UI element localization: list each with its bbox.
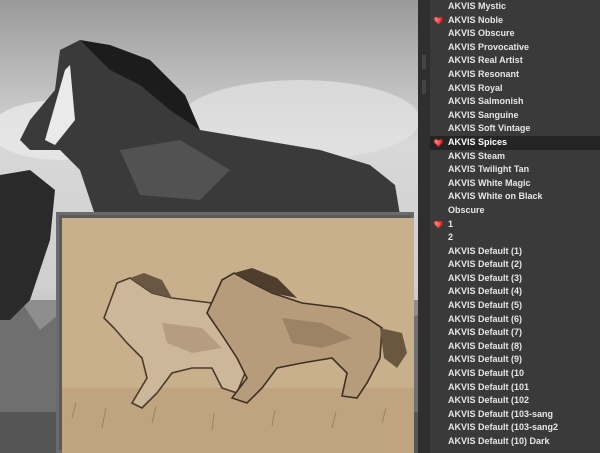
image-canvas[interactable] bbox=[0, 0, 418, 453]
preset-item[interactable]: AKVIS Sanguine bbox=[430, 109, 600, 123]
preset-item[interactable]: AKVIS Mystic bbox=[430, 0, 600, 14]
preset-item-label: AKVIS Noble bbox=[448, 14, 504, 25]
preset-item[interactable]: AKVIS Default (101 bbox=[430, 381, 600, 395]
preset-item-label: AKVIS Provocative bbox=[448, 41, 530, 52]
preset-item[interactable]: AKVIS Soft Vintage bbox=[430, 122, 600, 136]
preset-item[interactable]: AKVIS Real Artist bbox=[430, 54, 600, 68]
preset-item-label: AKVIS Default (7) bbox=[448, 327, 523, 338]
preset-item[interactable]: AKVIS Default (1) bbox=[430, 245, 600, 259]
preset-item-label: AKVIS Soft Vintage bbox=[448, 123, 531, 134]
preset-item[interactable]: AKVIS Default (102 bbox=[430, 394, 600, 408]
preset-item-label: AKVIS Obscure bbox=[448, 28, 515, 39]
splitter-grip bbox=[422, 80, 426, 94]
preset-item-label: AKVIS Default (2) bbox=[448, 259, 523, 270]
preset-item-label: AKVIS Default (102 bbox=[448, 395, 530, 406]
preset-item-label: AKVIS White Magic bbox=[448, 177, 531, 188]
preset-item-label: AKVIS Default (9) bbox=[448, 354, 523, 365]
preset-item[interactable]: AKVIS Default (103-sang2 bbox=[430, 421, 600, 435]
preset-item-label: 1 bbox=[448, 218, 454, 229]
preset-item-label: AKVIS Mystic bbox=[448, 1, 507, 11]
preset-item[interactable]: AKVIS Default (2) bbox=[430, 258, 600, 272]
preset-item[interactable]: AKVIS Default (3) bbox=[430, 272, 600, 286]
preset-item[interactable]: 1 bbox=[430, 218, 600, 232]
preset-item[interactable]: AKVIS Royal bbox=[430, 82, 600, 96]
preset-item-label: AKVIS Salmonish bbox=[448, 96, 524, 107]
preset-item[interactable]: AKVIS Default (5) bbox=[430, 299, 600, 313]
preset-item[interactable]: AKVIS Default (10) Dark bbox=[430, 435, 600, 449]
preset-item-label: AKVIS Default (3) bbox=[448, 272, 523, 283]
preset-item-label: AKVIS Default (4) bbox=[448, 286, 523, 297]
preset-item-label: AKVIS Twilight Tan bbox=[448, 164, 530, 175]
preset-item-label: AKVIS Default (8) bbox=[448, 340, 523, 351]
preset-item-label: AKVIS Default (5) bbox=[448, 300, 523, 311]
preset-item-label: AKVIS Steam bbox=[448, 150, 506, 161]
preset-item-label: 2 bbox=[448, 232, 454, 243]
preset-item-label: AKVIS Default (10 bbox=[448, 368, 525, 379]
preset-item-label: AKVIS Default (103-sang2 bbox=[448, 422, 559, 433]
splitter-grip bbox=[422, 55, 426, 69]
preset-item[interactable]: AKVIS Default (10 bbox=[430, 367, 600, 381]
panel-splitter[interactable] bbox=[418, 0, 430, 453]
preset-item[interactable]: AKVIS White on Black bbox=[430, 190, 600, 204]
preview-sketch-image bbox=[62, 218, 414, 453]
preset-item-label: AKVIS Default (6) bbox=[448, 313, 523, 324]
preset-item-label: AKVIS Royal bbox=[448, 82, 503, 93]
preset-item[interactable]: AKVIS Spices bbox=[430, 135, 600, 150]
presets-panel: AKVIS Mystic AKVIS Noble AKVIS Obscure AKVI… bbox=[430, 0, 600, 453]
preset-item[interactable]: AKVIS Default (9) bbox=[430, 353, 600, 367]
preset-item[interactable]: AKVIS Provocative bbox=[430, 41, 600, 55]
preset-item[interactable]: AKVIS Default (6) bbox=[430, 313, 600, 327]
presets-list: AKVIS Mystic AKVIS Noble AKVIS Obscure AKVI… bbox=[430, 0, 600, 449]
preset-item[interactable]: AKVIS White Magic bbox=[430, 177, 600, 191]
preset-item[interactable]: AKVIS Default (7) bbox=[430, 326, 600, 340]
preset-item-label: AKVIS Default (1) bbox=[448, 245, 523, 256]
preset-item[interactable]: AKVIS Resonant bbox=[430, 68, 600, 82]
preset-item-label: Obscure bbox=[448, 204, 485, 215]
preset-item[interactable]: AKVIS Default (103-sang bbox=[430, 408, 600, 422]
preset-item[interactable]: AKVIS Default (8) bbox=[430, 340, 600, 354]
preset-item[interactable]: AKVIS Salmonish bbox=[430, 95, 600, 109]
preview-window[interactable] bbox=[56, 212, 414, 453]
preset-item-label: AKVIS Default (101 bbox=[448, 381, 530, 392]
preset-item-label: AKVIS Sanguine bbox=[448, 109, 519, 120]
preset-item-label: AKVIS Real Artist bbox=[448, 55, 523, 66]
preset-item[interactable]: AKVIS Twilight Tan bbox=[430, 163, 600, 177]
preset-item[interactable]: Obscure bbox=[430, 204, 600, 218]
preset-item-label: AKVIS White on Black bbox=[448, 191, 543, 202]
preset-item-label: AKVIS Default (10) Dark bbox=[448, 436, 550, 446]
preset-item-label: AKVIS Resonant bbox=[448, 68, 520, 79]
preset-item[interactable]: AKVIS Steam bbox=[430, 150, 600, 164]
preset-item-label: AKVIS Default (103-sang bbox=[448, 408, 554, 419]
preset-item[interactable]: 2 bbox=[430, 231, 600, 245]
preset-item[interactable]: AKVIS Noble bbox=[430, 14, 600, 28]
preset-item[interactable]: AKVIS Obscure bbox=[430, 27, 600, 41]
preset-item[interactable]: AKVIS Default (4) bbox=[430, 285, 600, 299]
preset-item-label: AKVIS Spices bbox=[448, 136, 508, 147]
